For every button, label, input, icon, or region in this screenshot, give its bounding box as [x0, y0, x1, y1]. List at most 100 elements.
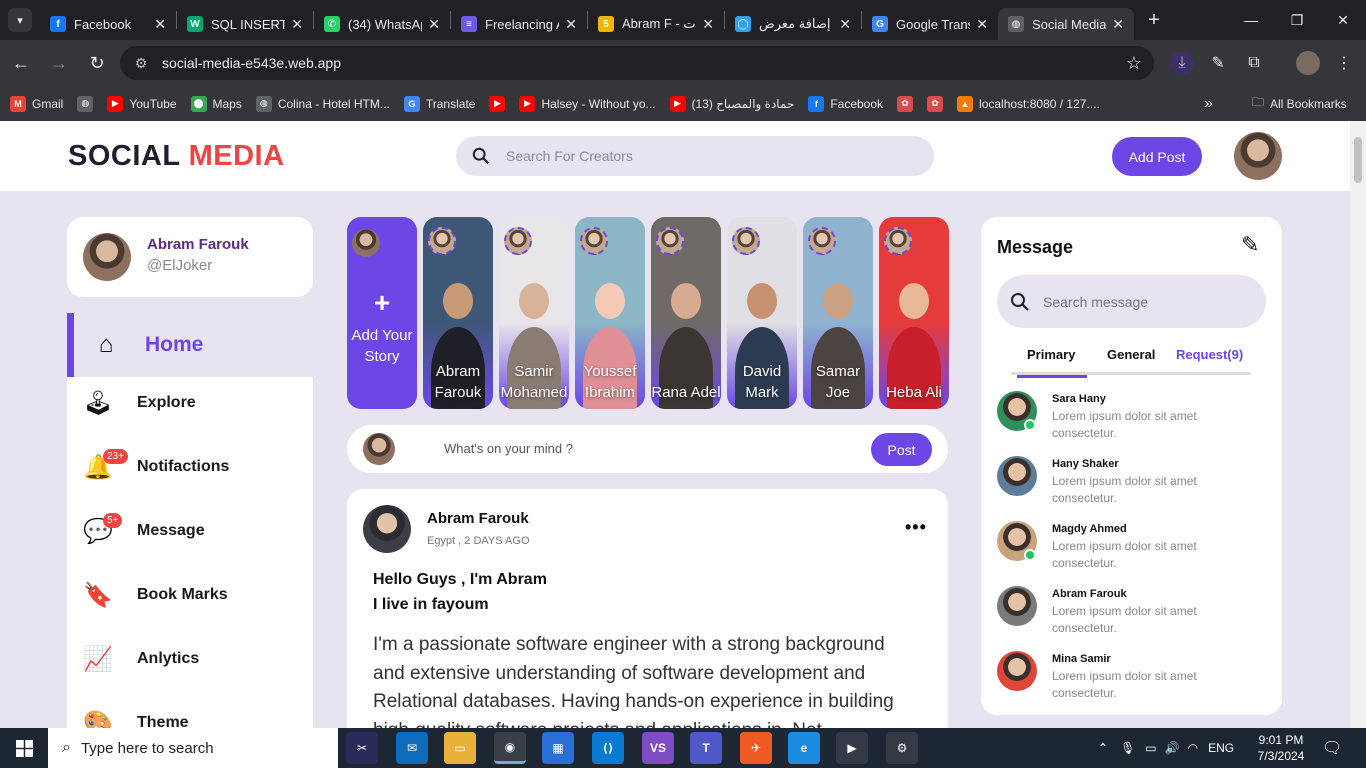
chat-item[interactable]: Mina Samir Lorem ipsum dolor sit amet con…	[997, 651, 1257, 709]
sidebar-item-home[interactable]: ⌂ Home	[67, 313, 313, 377]
chevron-up-icon[interactable]: ⌃	[1098, 741, 1108, 755]
add-story-button[interactable]: + Add Your Story	[347, 217, 417, 409]
address-bar[interactable]: ⚙ social-media-e543e.web.app ☆	[120, 46, 1154, 80]
story-card[interactable]: Abram Farouk	[423, 217, 493, 409]
story-card[interactable]: Samir Mohamed	[499, 217, 569, 409]
teams-icon[interactable]: T	[690, 732, 722, 764]
add-post-button[interactable]: Add Post	[1112, 137, 1202, 176]
chat-item[interactable]: Hany Shaker Lorem ipsum dolor sit amet co…	[997, 456, 1257, 514]
battery-icon[interactable]: ▭	[1145, 741, 1156, 755]
edge-icon[interactable]: e	[788, 732, 820, 764]
tab-primary[interactable]: Primary	[1016, 347, 1088, 378]
story-card[interactable]: Youssef Ibrahim	[575, 217, 645, 409]
sidebar-item-explore[interactable]: 🕹 Explore	[67, 371, 313, 435]
store-icon[interactable]: ▦	[542, 732, 574, 764]
snipping-icon[interactable]: ✂	[346, 732, 378, 764]
chevron-right-icon[interactable]: »	[1204, 95, 1213, 113]
sidebar-item-book-marks[interactable]: 🔖 Book Marks	[67, 563, 313, 627]
tab-search-button[interactable]: ▾	[8, 8, 32, 32]
close-icon[interactable]: ✕	[565, 16, 577, 33]
profile-avatar[interactable]	[1296, 51, 1320, 75]
creator-search[interactable]: Search For Creators	[456, 136, 934, 176]
new-tab-button[interactable]: +	[1140, 6, 1168, 34]
tab-7[interactable]: ◍ Social Media ✕	[998, 8, 1134, 40]
story-card[interactable]: Heba Ali	[879, 217, 949, 409]
close-window-button[interactable]: ✕	[1320, 0, 1366, 40]
bookmark-3[interactable]: ⬤ Maps	[190, 95, 242, 112]
story-card[interactable]: Samar Joe	[803, 217, 873, 409]
tab-0[interactable]: f Facebook ✕	[40, 8, 176, 40]
chat-item[interactable]: Sara Hany Lorem ipsum dolor sit amet cons…	[997, 391, 1257, 449]
bookmark-12[interactable]: ▲ localhost:8080 / 127....	[957, 95, 1100, 112]
sidebar-item-anlytics[interactable]: 📈 Anlytics	[67, 627, 313, 691]
bookmark-2[interactable]: ▶ YouTube	[107, 95, 177, 112]
avatar[interactable]	[1234, 132, 1282, 180]
chrome-icon[interactable]: ◉	[494, 732, 526, 764]
language-indicator[interactable]: ENG	[1208, 741, 1234, 755]
tab-4[interactable]: 5 Abram F - ت. ✕	[588, 8, 724, 40]
restore-button[interactable]: ❐	[1274, 0, 1320, 40]
bookmark-1[interactable]: ◍	[77, 95, 94, 112]
mail-icon[interactable]: ✉	[396, 732, 428, 764]
post-button[interactable]: Post	[871, 433, 932, 466]
forward-button[interactable]: →	[42, 46, 76, 80]
bookmark-7[interactable]: ▶ Halsey - Without yo...	[519, 95, 656, 112]
download-icon[interactable]: ⤓	[1170, 51, 1194, 75]
close-icon[interactable]: ✕	[976, 16, 988, 33]
windows-start-icon[interactable]	[0, 728, 48, 768]
postman-icon[interactable]: ✈	[740, 732, 772, 764]
star-icon[interactable]: ☆	[1126, 53, 1142, 74]
taskbar-search[interactable]: ⌕ Type here to search	[48, 728, 338, 768]
minimize-button[interactable]: —	[1228, 0, 1274, 40]
tab-2[interactable]: ✆ (34) WhatsAp ✕	[314, 8, 450, 40]
tab-general[interactable]: General	[1107, 347, 1155, 375]
notification-icon[interactable]: 🗨	[1322, 728, 1342, 768]
story-card[interactable]: Rana Adel	[651, 217, 721, 409]
page-scrollbar[interactable]	[1350, 121, 1366, 728]
bookmark-9[interactable]: f Facebook	[808, 95, 883, 112]
all-bookmarks[interactable]: 🗀 All Bookmarks	[1252, 93, 1347, 114]
vscode-icon[interactable]: ⟨⟩	[592, 732, 624, 764]
bookmark-4[interactable]: ◍ Colina - Hotel HTM...	[255, 95, 390, 112]
sidebar-item-notifactions[interactable]: 🔔 Notifactions 23+	[67, 435, 313, 499]
close-icon[interactable]: ✕	[291, 16, 303, 33]
microphone-icon[interactable]: 🎙	[1120, 741, 1135, 755]
scrollbar-thumb[interactable]	[1354, 137, 1362, 183]
pen-icon[interactable]: ✎	[1206, 51, 1230, 75]
bookmark-11[interactable]: ✿	[927, 95, 944, 112]
bookmark-0[interactable]: M Gmail	[10, 95, 63, 112]
bookmark-5[interactable]: G Translate	[403, 95, 475, 112]
sidebar-item-message[interactable]: 💬 Message 5+	[67, 499, 313, 563]
composer-input[interactable]: What's on your mind ?	[444, 441, 573, 456]
profile-card[interactable]: Abram Farouk @ElJoker	[67, 217, 313, 297]
post-author-name[interactable]: Abram Farouk	[427, 510, 529, 527]
close-icon[interactable]: ✕	[702, 16, 714, 33]
story-card[interactable]: David Mark	[727, 217, 797, 409]
edit-icon[interactable]: ✎	[1241, 232, 1259, 258]
volume-icon[interactable]: 🔊	[1165, 741, 1180, 755]
bookmark-8[interactable]: ▶ (13) حمادة والمصباح	[669, 95, 794, 112]
extensions-icon[interactable]: ⧉	[1242, 51, 1266, 75]
tab-1[interactable]: W SQL INSERT I ✕	[177, 8, 313, 40]
back-button[interactable]: ←	[4, 46, 38, 80]
more-options-icon[interactable]: •••	[905, 517, 927, 538]
menu-icon[interactable]: ⋮	[1332, 51, 1356, 75]
post-author-avatar[interactable]	[363, 505, 411, 553]
close-icon[interactable]: ✕	[839, 16, 851, 33]
tab-request[interactable]: Request(9)	[1176, 347, 1243, 375]
close-icon[interactable]: ✕	[428, 16, 440, 33]
folder-icon[interactable]: ▭	[444, 732, 476, 764]
reload-button[interactable]: ↻	[80, 46, 114, 80]
media-player-icon[interactable]: ▶	[836, 732, 868, 764]
visual-studio-icon[interactable]: VS	[642, 732, 674, 764]
tab-5[interactable]: ◯ إضافة معرض ✕	[725, 8, 861, 40]
message-search[interactable]: Search message	[997, 275, 1266, 328]
bookmark-6[interactable]: ▶	[489, 95, 506, 112]
chat-item[interactable]: Abram Farouk Lorem ipsum dolor sit amet c…	[997, 586, 1257, 644]
close-icon[interactable]: ✕	[1112, 16, 1124, 33]
chat-item[interactable]: Magdy Ahmed Lorem ipsum dolor sit amet co…	[997, 521, 1257, 579]
close-icon[interactable]: ✕	[154, 16, 166, 33]
bookmark-10[interactable]: ✿	[897, 95, 914, 112]
wifi-icon[interactable]: ◠	[1188, 741, 1198, 755]
logo[interactable]: SOCIAL MEDIA	[68, 140, 285, 173]
